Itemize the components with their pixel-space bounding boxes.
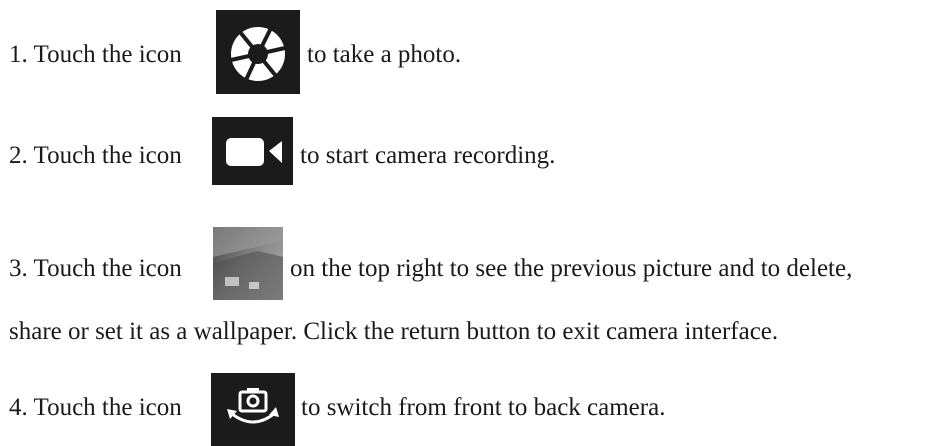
step-4-text-before: 4. Touch the icon	[9, 394, 182, 421]
shutter-icon-graphic	[230, 27, 286, 81]
switch-camera-icon[interactable]	[211, 373, 295, 446]
gallery-thumbnail-image	[213, 227, 283, 300]
video-camera-icon[interactable]	[212, 117, 293, 185]
gallery-thumbnail-icon[interactable]	[213, 227, 283, 300]
step-4-text-after: to switch from front to back camera.	[301, 394, 666, 421]
step-2-text-after: to start camera recording.	[300, 142, 556, 169]
switch-camera-icon-graphic	[227, 388, 279, 424]
step-3-text-after: on the top right to see the previous pic…	[290, 255, 853, 282]
step-2-text-before: 2. Touch the icon	[9, 142, 182, 169]
step-1-text-before: 1. Touch the icon	[9, 41, 182, 68]
shutter-icon[interactable]	[216, 10, 300, 94]
step-1-text-after: to take a photo.	[307, 41, 462, 68]
video-camera-icon-graphic	[226, 138, 282, 166]
step-3-text-before: 3. Touch the icon	[9, 255, 182, 282]
step-3-text-continued: share or set it as a wallpaper. Click th…	[9, 318, 779, 345]
